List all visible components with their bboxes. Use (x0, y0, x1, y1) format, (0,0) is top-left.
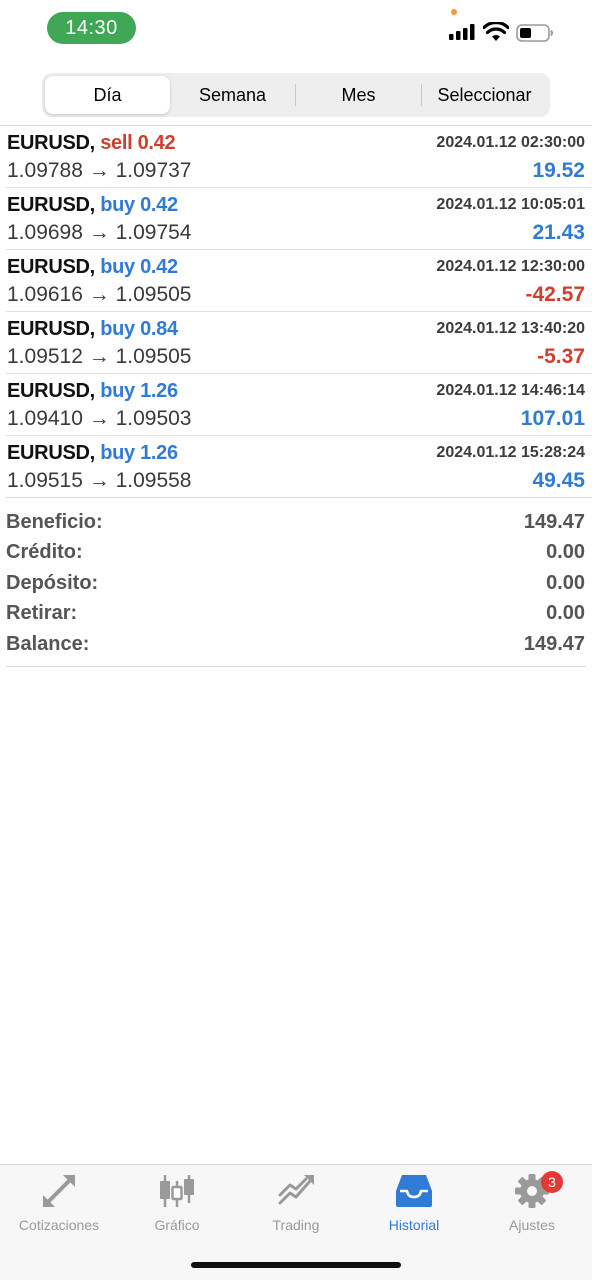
trade-history-list: EURUSD, sell 0.42 2024.01.12 02:30:00 1.… (0, 125, 592, 498)
account-summary: Beneficio: 149.47 Crédito: 0.00 Depósito… (6, 507, 586, 667)
home-indicator[interactable] (191, 1262, 401, 1268)
trade-prices: 1.09410 → 1.09503 (7, 407, 192, 430)
trade-side: buy 0.42 (100, 194, 178, 216)
trade-time: 2024.01.12 10:05:01 (436, 196, 585, 213)
trade-prices: 1.09616 → 1.09505 (7, 283, 192, 306)
tab-history[interactable]: Historial (355, 1173, 473, 1233)
trade-row[interactable]: EURUSD, buy 1.26 2024.01.12 14:46:14 1.0… (6, 374, 592, 436)
summary-label: Beneficio: (6, 510, 103, 533)
trade-time: 2024.01.12 13:40:20 (436, 320, 585, 337)
trade-side: buy 0.84 (100, 318, 178, 340)
inbox-tray-icon (396, 1175, 432, 1207)
trade-symbol: EURUSD, buy 0.84 (7, 318, 178, 341)
summary-label: Depósito: (6, 571, 99, 594)
trade-row[interactable]: EURUSD, sell 0.42 2024.01.12 02:30:00 1.… (6, 126, 592, 188)
symbol-text: EURUSD, (7, 442, 95, 464)
trade-side: buy 0.42 (100, 256, 178, 278)
segment-week[interactable]: Semana (170, 76, 295, 114)
trade-symbol: EURUSD, buy 0.42 (7, 256, 178, 279)
notification-badge: 3 (541, 1171, 563, 1193)
summary-value: 0.00 (546, 541, 585, 564)
trade-time: 2024.01.12 02:30:00 (436, 134, 585, 151)
wifi-icon (483, 22, 509, 41)
tab-label: Cotizaciones (18, 1217, 100, 1233)
symbol-text: EURUSD, (7, 318, 95, 340)
tab-quotes[interactable]: Cotizaciones (0, 1173, 118, 1233)
trade-row[interactable]: EURUSD, buy 1.26 2024.01.12 15:28:24 1.0… (6, 436, 592, 498)
tab-label: Historial (388, 1217, 440, 1233)
summary-value: 0.00 (546, 602, 585, 625)
tab-settings[interactable]: 3 Ajustes (473, 1171, 591, 1233)
summary-row-balance: Balance: 149.47 (6, 629, 586, 660)
trade-symbol: EURUSD, buy 1.26 (7, 380, 178, 403)
summary-label: Balance: (6, 632, 90, 655)
summary-label: Crédito: (6, 541, 83, 564)
trade-side: buy 1.26 (100, 442, 178, 464)
trade-time: 2024.01.12 12:30:00 (436, 258, 585, 275)
status-time[interactable]: 14:30 (47, 12, 136, 44)
trade-profit: 21.43 (532, 221, 585, 244)
status-bar: 14:30 (0, 0, 592, 60)
trade-prices: 1.09515 → 1.09558 (7, 469, 192, 492)
summary-label: Retirar: (6, 602, 78, 625)
trade-symbol: EURUSD, buy 1.26 (7, 442, 178, 465)
trade-prices: 1.09698 → 1.09754 (7, 221, 192, 244)
trade-time: 2024.01.12 14:46:14 (436, 382, 585, 399)
summary-row-credit: Crédito: 0.00 (6, 538, 586, 569)
trade-profit: 49.45 (532, 469, 585, 492)
privacy-indicator-dot (451, 9, 457, 15)
battery-icon (516, 24, 553, 42)
cellular-signal-icon (449, 24, 475, 40)
segment-day[interactable]: Día (45, 76, 170, 114)
trade-profit: 19.52 (532, 159, 585, 182)
symbol-text: EURUSD, (7, 380, 95, 402)
trade-profit: 107.01 (520, 407, 585, 430)
trade-side: sell 0.42 (100, 132, 176, 154)
trade-prices: 1.09788 → 1.09737 (7, 159, 192, 182)
symbol-text: EURUSD, (7, 194, 95, 216)
trade-symbol: EURUSD, buy 0.42 (7, 194, 178, 217)
summary-value: 149.47 (523, 510, 585, 533)
segment-select[interactable]: Seleccionar (422, 76, 547, 114)
trade-profit: -5.37 (537, 345, 585, 368)
trade-side: buy 1.26 (100, 380, 178, 402)
trade-row[interactable]: EURUSD, buy 0.42 2024.01.12 12:30:00 1.0… (6, 250, 592, 312)
quotes-arrows-icon (43, 1175, 75, 1207)
trade-profit: -42.57 (525, 283, 585, 306)
trade-symbol: EURUSD, sell 0.42 (7, 132, 176, 155)
tab-label: Trading (272, 1217, 320, 1233)
summary-row-withdraw: Retirar: 0.00 (6, 599, 586, 630)
segment-month[interactable]: Mes (296, 76, 421, 114)
summary-row-deposit: Depósito: 0.00 (6, 568, 586, 599)
symbol-text: EURUSD, (7, 256, 95, 278)
trade-prices: 1.09512 → 1.09505 (7, 345, 192, 368)
summary-row-profit: Beneficio: 149.47 (6, 507, 586, 538)
trade-row[interactable]: EURUSD, buy 0.84 2024.01.12 13:40:20 1.0… (6, 312, 592, 374)
period-segmented-control: Día Semana Mes Seleccionar (42, 73, 550, 117)
trade-time: 2024.01.12 15:28:24 (436, 444, 585, 461)
tab-chart[interactable]: Gráfico (118, 1173, 236, 1233)
trading-trend-icon (278, 1175, 314, 1205)
tab-label: Ajustes (509, 1217, 555, 1233)
tab-label: Gráfico (154, 1217, 200, 1233)
tab-trading[interactable]: Trading (237, 1173, 355, 1233)
trade-row[interactable]: EURUSD, buy 0.42 2024.01.12 10:05:01 1.0… (6, 188, 592, 250)
symbol-text: EURUSD, (7, 132, 95, 154)
summary-value: 149.47 (523, 632, 585, 655)
candlestick-icon (160, 1175, 194, 1207)
summary-value: 0.00 (546, 571, 585, 594)
